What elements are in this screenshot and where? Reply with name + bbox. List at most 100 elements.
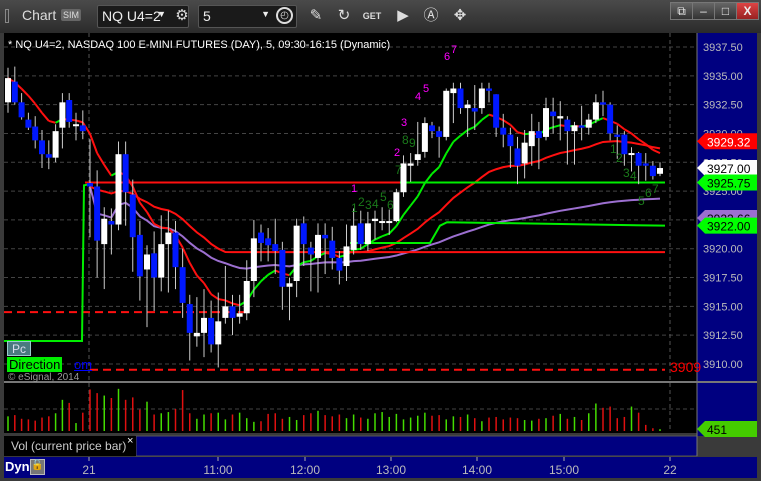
candle-body	[364, 223, 371, 245]
direction-label: Direction	[7, 357, 63, 372]
volume-study-tab[interactable]: Vol (current price bar) ×	[4, 435, 136, 456]
candle-body	[657, 168, 663, 174]
sequence-count-label: 6	[387, 198, 394, 212]
candle-body	[250, 238, 257, 281]
candle-body	[52, 131, 59, 158]
candle-body	[87, 183, 93, 187]
price-chart[interactable]: 3937.503935.003932.503930.003927.503925.…	[0, 0, 761, 481]
ema-line-segment	[218, 298, 226, 302]
sequence-count-label: 4	[372, 197, 379, 211]
y-tick-label: 3912.50	[703, 330, 743, 342]
candle-body	[600, 102, 606, 105]
wave-count-label: 5	[423, 83, 429, 95]
candle-body	[493, 94, 500, 128]
candle-body	[429, 125, 435, 132]
candle-body	[208, 317, 215, 345]
y-tick-label: 3915.00	[703, 301, 743, 313]
candle-body	[457, 88, 464, 109]
candle-body	[115, 154, 122, 225]
candle-body	[642, 163, 649, 166]
candle-body	[478, 88, 485, 109]
candle-body	[186, 304, 193, 333]
candle-body	[557, 116, 564, 119]
candle-body	[464, 104, 471, 109]
y-tick-label: 3920.00	[703, 244, 743, 256]
candle-body	[329, 240, 336, 258]
candle-body	[635, 153, 642, 166]
candle-body	[158, 244, 165, 278]
y-tick-label: 3932.50	[703, 100, 743, 112]
candle-body	[258, 232, 264, 243]
sequence-count-label: 3	[365, 198, 372, 212]
candle-body	[165, 232, 172, 245]
candle-body	[300, 223, 307, 245]
candle-body	[315, 234, 321, 258]
candle-body	[73, 124, 79, 127]
candle-body	[79, 125, 86, 132]
candle-body	[614, 134, 621, 137]
candle-body	[372, 218, 378, 222]
candle-body	[243, 280, 250, 314]
candle-body	[535, 131, 542, 139]
candle-body	[592, 102, 599, 120]
price-marker-text: 3929.32	[707, 135, 751, 149]
candle-body	[172, 232, 179, 268]
candle-body	[229, 306, 236, 318]
ema-line-segment	[303, 259, 312, 264]
om-link[interactable]: om	[74, 357, 92, 372]
candle-body	[272, 244, 279, 252]
candle-body	[122, 154, 129, 193]
candle-body	[201, 317, 207, 333]
candle-body	[649, 165, 656, 177]
candle-body	[18, 102, 25, 118]
x-tick-label: 13:00	[376, 463, 406, 477]
candle-body	[279, 249, 286, 287]
volume-study-label: Vol (current price bar)	[11, 439, 127, 453]
x-tick-label: 15:00	[549, 463, 579, 477]
x-tick-label: 21	[82, 463, 96, 477]
lock-icon[interactable]: 🔓	[30, 459, 45, 475]
candle-body	[421, 123, 428, 152]
volume-scale-bar	[135, 435, 698, 457]
candle-body	[407, 163, 414, 166]
candle-body	[628, 153, 635, 156]
candle-body	[350, 225, 357, 250]
candle-body	[39, 140, 45, 155]
candle-body	[471, 108, 478, 112]
sequence-count-label: 6	[645, 186, 652, 200]
sequence-count-label: 7	[652, 182, 659, 196]
candle-body	[514, 148, 521, 166]
candle-body	[222, 306, 229, 318]
price-marker-text: 3927.00	[707, 162, 751, 176]
candle-body	[336, 257, 343, 271]
price-axis	[697, 33, 757, 436]
candle-body	[101, 218, 108, 245]
candle-body	[578, 125, 585, 128]
candle-body	[5, 78, 11, 103]
sequence-count-label: 5	[638, 194, 645, 208]
volume-marker-text: 451	[707, 423, 727, 437]
volume-pane	[4, 383, 697, 433]
candle-body	[543, 108, 549, 137]
sequence-count-label: 2	[616, 151, 623, 165]
candle-body	[151, 253, 158, 278]
candle-body	[32, 126, 39, 141]
candle-body	[179, 267, 186, 303]
x-tick-label: 22	[663, 463, 677, 477]
candle-body	[585, 119, 592, 128]
pc-button[interactable]: Pc	[7, 341, 31, 356]
wave-count-label: 6	[444, 51, 450, 63]
y-tick-label: 3935.00	[703, 71, 743, 83]
sequence-count-label: 8	[402, 133, 409, 147]
wave-count-label: 7	[451, 44, 457, 56]
sequence-count-label: 5	[380, 190, 387, 204]
candle-body	[550, 111, 557, 117]
price-marker-text: 3925.75	[707, 176, 751, 190]
copyright: © eSignal, 2014	[8, 372, 80, 383]
sequence-count-label: 1	[351, 201, 358, 215]
x-tick-label: 14:00	[462, 463, 492, 477]
close-icon[interactable]: ×	[127, 435, 133, 447]
candle-body	[144, 254, 150, 270]
candle-body	[386, 221, 393, 224]
candle-body	[215, 321, 222, 345]
